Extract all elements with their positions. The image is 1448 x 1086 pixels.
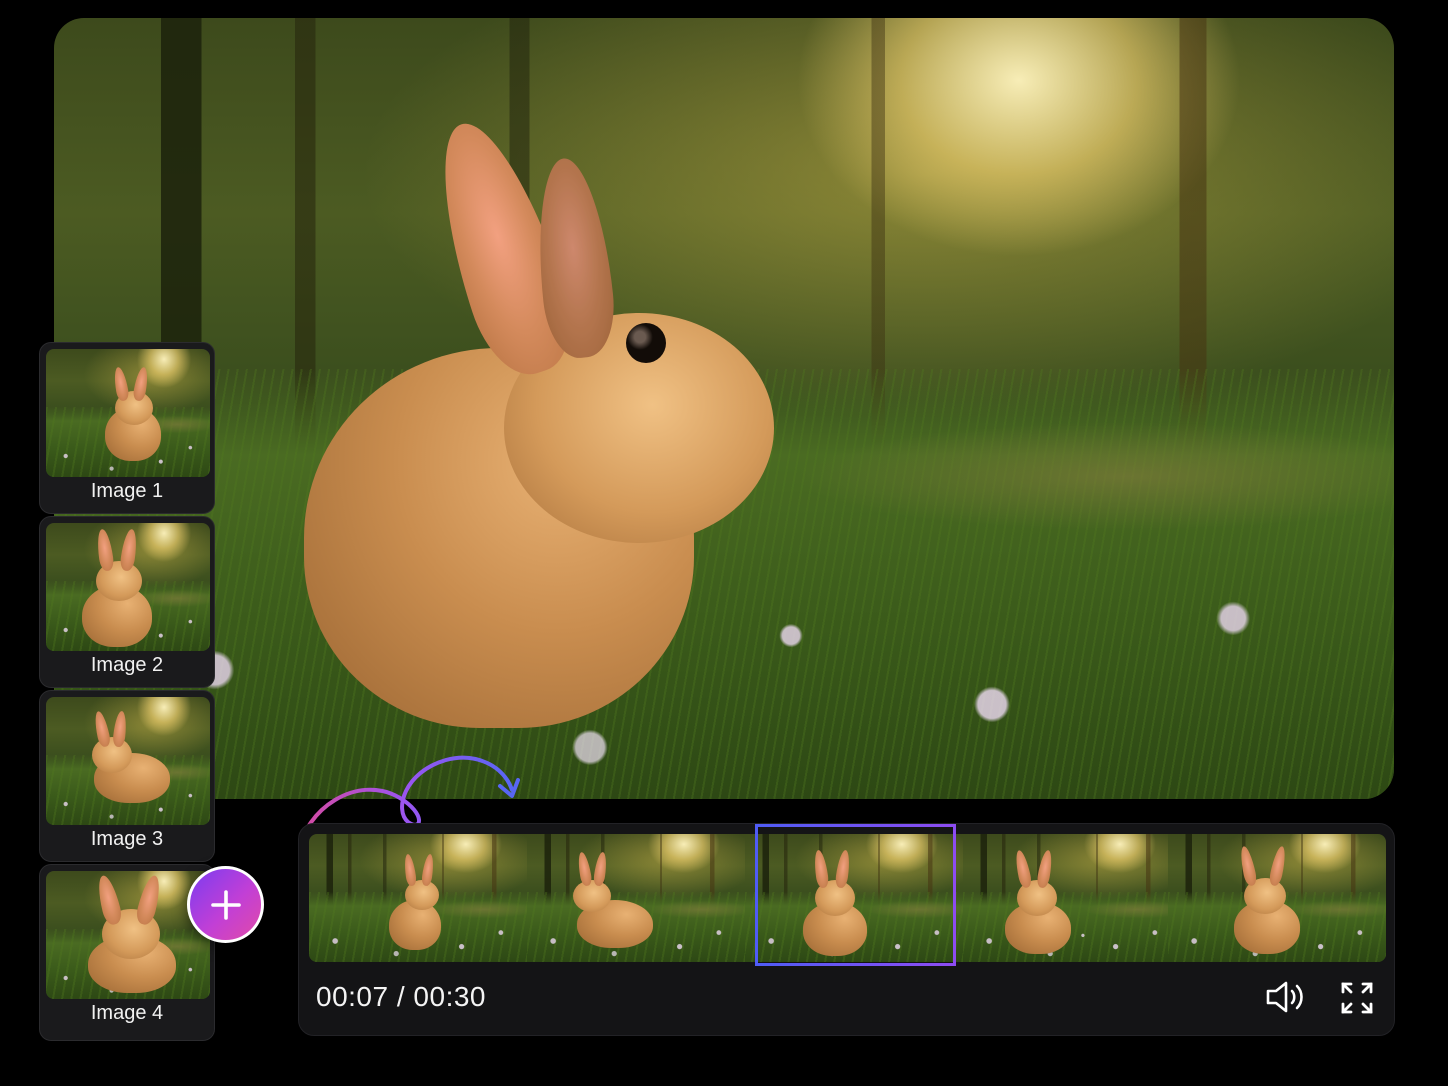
thumbnail-image (46, 349, 210, 477)
fullscreen-button[interactable] (1339, 980, 1375, 1016)
thumbnail-card-image-1[interactable]: Image 1 (39, 342, 215, 514)
volume-button[interactable] (1265, 978, 1307, 1016)
thumbnail-card-image-2[interactable]: Image 2 (39, 516, 215, 688)
thumbnail-image (46, 697, 210, 825)
bunny (304, 109, 804, 728)
thumbnail-image (46, 523, 210, 651)
filmstrip-frame[interactable] (1168, 834, 1386, 962)
thumbnail-label: Image 4 (90, 1002, 164, 1024)
time-readout: 00:07 / 00:30 (316, 981, 486, 1013)
playhead-frame-selector[interactable] (755, 824, 956, 966)
filmstrip-frame[interactable] (963, 834, 1181, 962)
filmstrip-frame[interactable] (527, 834, 745, 962)
thumbnail-label: Image 1 (90, 480, 164, 502)
timeline-panel: 00:07 / 00:30 (298, 823, 1395, 1036)
thumbnail-card-image-3[interactable]: Image 3 (39, 690, 215, 862)
thumbnail-label: Image 2 (90, 654, 164, 676)
fullscreen-icon (1341, 982, 1373, 1014)
main-preview-image (54, 18, 1394, 799)
thumbnail-label: Image 3 (90, 828, 164, 850)
volume-icon (1266, 981, 1303, 1013)
add-image-button[interactable] (187, 866, 264, 943)
plus-icon (210, 889, 241, 920)
thumbnail-image (46, 871, 210, 999)
current-time: 00:07 (316, 981, 389, 1012)
filmstrip-frame[interactable] (309, 834, 527, 962)
time-separator: / (388, 981, 414, 1012)
total-duration: 00:30 (413, 981, 486, 1012)
